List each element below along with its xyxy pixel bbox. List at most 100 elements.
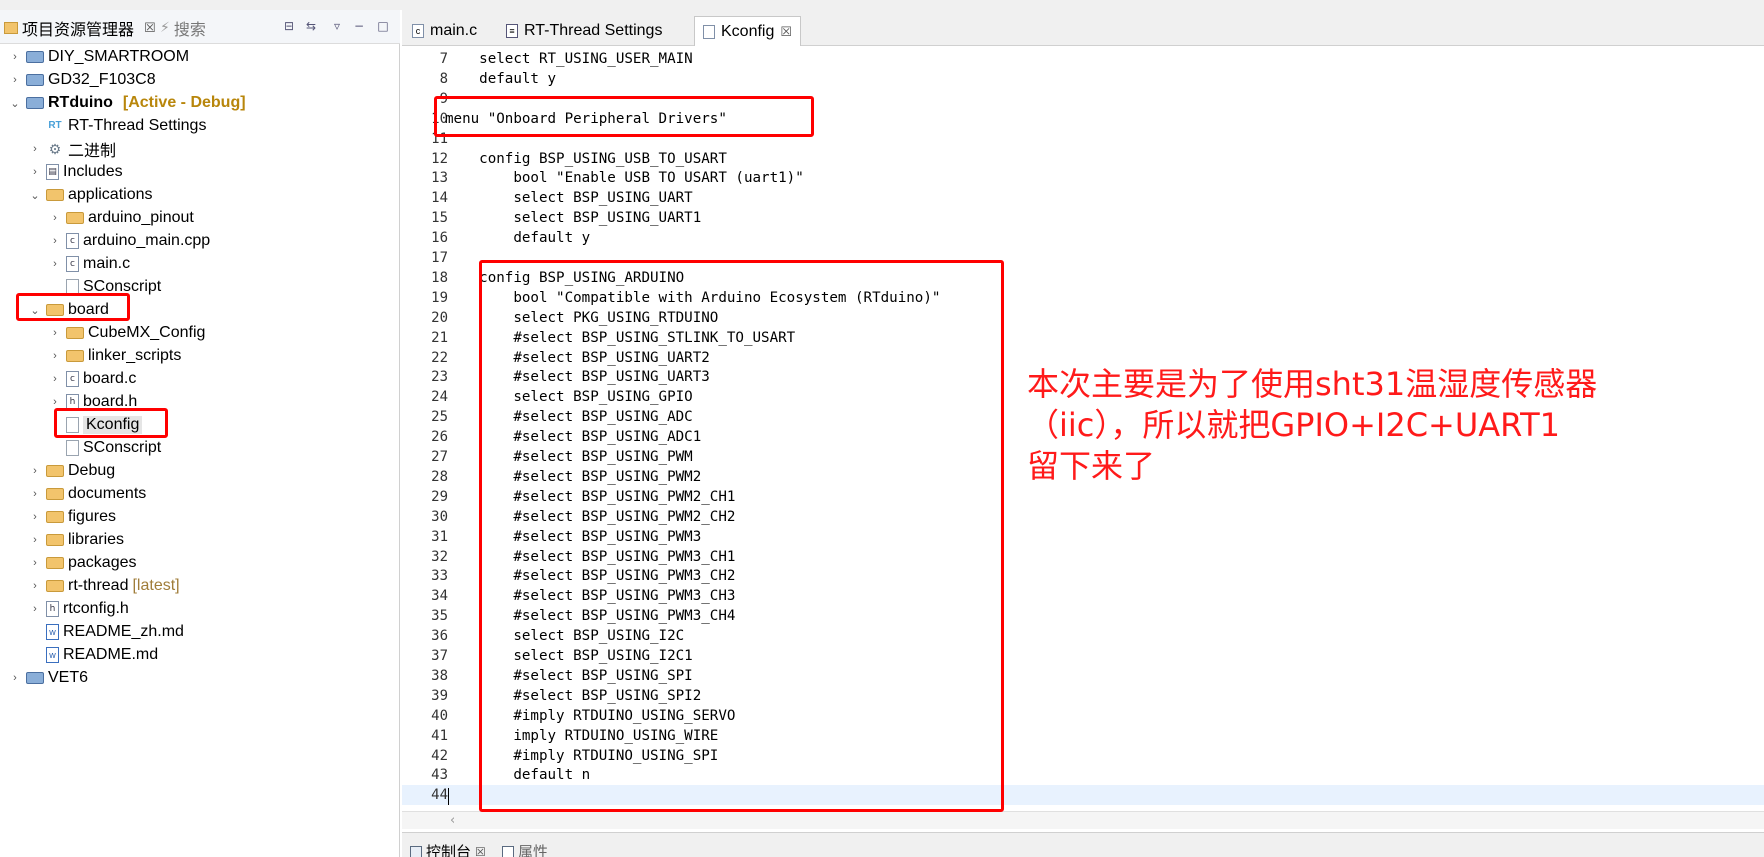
folder-icon (46, 488, 64, 500)
tree-item-decoration: [Active - Debug] (122, 94, 246, 111)
chevron-right-icon[interactable]: › (48, 327, 62, 339)
tree-item[interactable]: › ⚙ 二进制 (28, 138, 116, 160)
chevron-down-icon[interactable]: ⌄ (8, 97, 22, 110)
line-number: 28 (431, 468, 448, 485)
tree-item-label: main.c (83, 255, 131, 272)
tree-item[interactable]: SConscript (48, 437, 161, 459)
tree-item[interactable]: › documents (28, 483, 146, 505)
chevron-right-icon[interactable]: › (48, 350, 62, 362)
tab-label: main.c (430, 22, 478, 39)
h-file-icon: h (46, 601, 59, 617)
binaries-icon: ⚙ (48, 141, 62, 157)
horizontal-scrollbar[interactable]: ‹ (402, 811, 1764, 829)
line-number: 31 (431, 528, 448, 545)
tab-main-c[interactable]: c main.c (404, 16, 485, 46)
tree-item[interactable]: › c board.c (48, 368, 136, 390)
tree-item[interactable]: ⌄ applications (28, 184, 152, 206)
close-icon[interactable]: ☒ (780, 24, 792, 40)
scroll-left-icon[interactable]: ‹ (450, 813, 455, 828)
tree-item[interactable]: ⌄ RTduino [Active - Debug] (8, 92, 246, 114)
folder-icon (66, 350, 84, 362)
minimize-icon[interactable]: − (352, 20, 366, 32)
view-menu-icon[interactable]: ▿ (330, 20, 344, 32)
tree-item[interactable]: w README_zh.md (28, 621, 184, 643)
chevron-right-icon[interactable]: › (8, 51, 22, 63)
rt-settings-icon: RT (48, 120, 62, 131)
tab-kconfig[interactable]: Kconfig ☒ (694, 16, 802, 46)
line-number: 30 (431, 508, 448, 525)
close-icon[interactable]: ☒ (144, 21, 156, 36)
tree-item[interactable]: › figures (28, 506, 116, 528)
line-number: 22 (431, 349, 448, 366)
tab-rt-thread-settings[interactable]: ≡ RT-Thread Settings (498, 16, 670, 46)
chevron-right-icon[interactable]: › (8, 74, 22, 86)
tab-project-explorer[interactable]: 项目资源管理器 ☒ (4, 16, 156, 40)
chevron-right-icon[interactable]: › (28, 603, 42, 615)
tree-item-label: RTduino (48, 94, 113, 111)
chevron-right-icon[interactable]: › (28, 534, 42, 546)
properties-icon (502, 845, 514, 857)
tree-item[interactable]: › linker_scripts (48, 345, 181, 367)
chevron-right-icon[interactable]: › (48, 212, 62, 224)
code-line: select BSP_USING_UART (445, 190, 693, 207)
chevron-right-icon[interactable]: › (28, 465, 42, 477)
tree-item[interactable]: › packages (28, 552, 136, 574)
tree-item[interactable]: › arduino_pinout (48, 207, 194, 229)
folder-icon (46, 511, 64, 523)
chevron-right-icon[interactable]: › (48, 258, 62, 270)
tree-item[interactable]: › ▤ Includes (28, 161, 123, 183)
tree-item[interactable]: › rt-thread [latest] (28, 575, 179, 597)
line-number: 13 (431, 170, 448, 187)
tree-item[interactable]: › libraries (28, 529, 124, 551)
chevron-down-icon[interactable]: ⌄ (28, 189, 42, 202)
tree-item[interactable]: › c arduino_main.cpp (48, 230, 210, 252)
tab-properties[interactable]: 属性 (502, 841, 548, 857)
chevron-right-icon[interactable]: › (28, 143, 42, 155)
line-number: 14 (431, 190, 448, 207)
code-line: select RT_USING_USER_MAIN (445, 51, 693, 67)
chevron-right-icon[interactable]: › (28, 166, 42, 178)
line-number: 36 (431, 628, 448, 645)
collapse-all-icon[interactable]: ⊟ (282, 20, 296, 32)
close-icon[interactable]: ☒ (475, 845, 486, 857)
line-number: 39 (431, 687, 448, 704)
tree-item[interactable]: RT RT-Thread Settings (28, 115, 206, 137)
tree-item-label: GD32_F103C8 (48, 71, 156, 88)
chevron-right-icon[interactable]: › (28, 488, 42, 500)
tab-label: 搜索 (173, 20, 206, 39)
line-number: 8 (439, 70, 448, 87)
maximize-icon[interactable]: □ (376, 20, 390, 32)
includes-icon: ▤ (46, 164, 59, 180)
link-editor-icon[interactable]: ⇆ (304, 20, 318, 32)
tab-label: 项目资源管理器 (22, 20, 135, 39)
project-explorer-icon (4, 22, 18, 34)
tree-item[interactable]: › c main.c (48, 253, 130, 275)
chevron-right-icon[interactable]: › (8, 672, 22, 684)
code-line: config BSP_USING_USB_TO_USART (445, 150, 727, 167)
annotation-line: 留下来了 (1027, 447, 1156, 485)
line-number: 38 (431, 667, 448, 684)
chevron-right-icon[interactable]: › (28, 557, 42, 569)
line-number: 12 (431, 150, 448, 167)
tree-item[interactable]: w README.md (28, 644, 158, 666)
tab-search[interactable]: ⚡ 搜索 (160, 16, 206, 40)
chevron-right-icon[interactable]: › (48, 396, 62, 408)
chevron-right-icon[interactable]: › (48, 235, 62, 247)
c-file-icon: c (66, 371, 79, 387)
chevron-right-icon[interactable]: › (28, 580, 42, 592)
tree-item-label: rt-thread (68, 577, 129, 594)
tree-item[interactable]: › GD32_F103C8 (8, 69, 156, 91)
tree-item[interactable]: › Debug (28, 460, 115, 482)
chevron-right-icon[interactable]: › (28, 511, 42, 523)
tree-item[interactable]: › CubeMX_Config (48, 322, 205, 344)
tree-item[interactable]: › DIY_SMARTROOM (8, 46, 189, 68)
tree-item[interactable]: › VET6 (8, 667, 88, 689)
chevron-right-icon[interactable]: › (48, 373, 62, 385)
tree-item-label: libraries (68, 531, 125, 548)
tree-item[interactable]: › h rtconfig.h (28, 598, 129, 620)
folder-icon (66, 212, 84, 224)
tab-console[interactable]: 控制台 ☒ (410, 841, 486, 857)
tree-item-label: RT-Thread Settings (68, 117, 207, 134)
line-number: 23 (431, 369, 448, 386)
tree-item-label: documents (68, 485, 147, 502)
